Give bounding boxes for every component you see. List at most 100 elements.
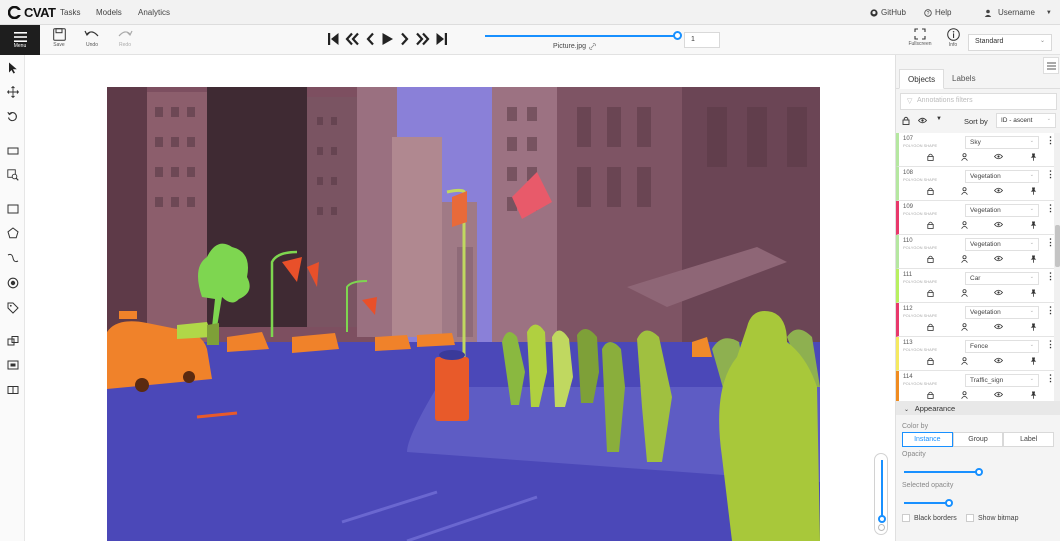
user-icon[interactable] (960, 187, 968, 195)
setup-tag-tool[interactable] (5, 300, 20, 315)
selected-opacity-slider-handle[interactable] (945, 499, 953, 507)
pin-icon[interactable] (1030, 221, 1037, 229)
more-options-icon[interactable]: ⋮ (1046, 374, 1054, 383)
object-label-select[interactable]: Vegetation ⌄ (965, 306, 1039, 319)
pin-icon[interactable] (1030, 391, 1037, 399)
lock-icon[interactable] (927, 153, 934, 161)
rotate-tool[interactable] (5, 109, 20, 124)
zoom-slider-handle[interactable] (878, 515, 886, 523)
zoom-reset-icon[interactable] (878, 524, 885, 531)
pin-icon[interactable] (1030, 323, 1037, 331)
fit-image-tool[interactable] (5, 143, 20, 158)
group-shapes-tool[interactable] (5, 357, 20, 372)
user-icon[interactable] (960, 357, 968, 365)
lock-icon[interactable] (927, 187, 934, 195)
lock-icon[interactable] (927, 255, 934, 263)
workspace-select[interactable]: Standard ⌄ (968, 34, 1052, 51)
frame-number-input[interactable]: 1 (684, 32, 720, 48)
draw-points-tool[interactable] (5, 275, 20, 290)
black-borders-checkbox[interactable]: Black borders (902, 514, 957, 522)
tab-labels[interactable]: Labels (944, 69, 984, 89)
user-icon[interactable] (960, 221, 968, 229)
previous-frame-icon[interactable] (366, 32, 375, 46)
object-label-select[interactable]: Sky ⌄ (965, 136, 1039, 149)
frame-slider-track[interactable] (485, 35, 678, 37)
sort-select[interactable]: ID - ascent ⌄ (996, 113, 1056, 128)
object-item[interactable]: 107 POLYGON SHAPE Sky ⌄ ⋮ (896, 133, 1054, 167)
user-icon[interactable] (960, 255, 968, 263)
zoom-region-tool[interactable] (5, 167, 20, 182)
tab-objects[interactable]: Objects (899, 69, 945, 89)
lock-all-icon[interactable] (902, 116, 910, 125)
object-item[interactable]: 114 POLYGON SHAPE Traffic_sign ⌄ ⋮ (896, 371, 1054, 401)
object-item[interactable]: 111 POLYGON SHAPE Car ⌄ ⋮ (896, 269, 1054, 303)
user-icon[interactable] (960, 391, 968, 399)
more-options-icon[interactable]: ⋮ (1046, 306, 1054, 315)
pin-icon[interactable] (1030, 187, 1037, 195)
nav-tasks[interactable]: Tasks (60, 8, 80, 17)
cvat-logo[interactable]: CVAT (8, 5, 56, 20)
cursor-tool[interactable] (5, 60, 20, 75)
link-icon[interactable] (589, 43, 596, 50)
undo-button[interactable]: Undo (80, 28, 104, 48)
object-label-select[interactable]: Traffic_sign ⌄ (965, 374, 1039, 387)
pin-icon[interactable] (1030, 357, 1037, 365)
next-frame-icon[interactable] (400, 32, 409, 46)
fullscreen-button[interactable]: Fullscreen (907, 28, 933, 47)
show-bitmap-checkbox[interactable]: Show bitmap (966, 514, 1018, 522)
lock-icon[interactable] (927, 289, 934, 297)
annotation-canvas[interactable] (25, 55, 895, 541)
more-options-icon[interactable]: ⋮ (1046, 238, 1054, 247)
play-icon[interactable] (381, 32, 394, 46)
opacity-slider-track[interactable] (904, 471, 979, 473)
color-by-label[interactable]: Label (1003, 432, 1055, 447)
object-label-select[interactable]: Fence ⌄ (965, 340, 1039, 353)
save-button[interactable]: Save (47, 28, 71, 48)
eye-icon[interactable] (994, 221, 1004, 228)
lock-icon[interactable] (927, 323, 934, 331)
nav-analytics[interactable]: Analytics (138, 8, 170, 17)
nav-models[interactable]: Models (96, 8, 122, 17)
opacity-slider-handle[interactable] (975, 468, 983, 476)
lock-icon[interactable] (927, 391, 934, 399)
annotations-filter-input[interactable]: ▽ Annotations filters (900, 93, 1057, 110)
fast-backward-icon[interactable] (345, 32, 360, 46)
more-options-icon[interactable]: ⋮ (1046, 136, 1054, 145)
object-item[interactable]: 108 POLYGON SHAPE Vegetation ⌄ ⋮ (896, 167, 1054, 201)
eye-icon[interactable] (994, 391, 1004, 398)
eye-icon[interactable] (994, 255, 1004, 262)
frame-slider-handle[interactable] (673, 31, 682, 40)
object-label-select[interactable]: Vegetation ⌄ (965, 238, 1039, 251)
pin-icon[interactable] (1030, 289, 1037, 297)
objects-scrollbar[interactable] (1054, 133, 1060, 401)
user-icon[interactable] (960, 289, 968, 297)
object-label-select[interactable]: Vegetation ⌄ (965, 170, 1039, 183)
eye-all-icon[interactable] (918, 117, 927, 124)
color-by-group[interactable]: Group (952, 432, 1004, 447)
segmented-street-image[interactable] (107, 87, 820, 541)
eye-icon[interactable] (994, 357, 1004, 364)
info-button[interactable]: Info (941, 28, 965, 48)
first-frame-icon[interactable] (328, 32, 339, 46)
help-link[interactable]: ? Help (924, 8, 951, 17)
more-options-icon[interactable]: ⋮ (1046, 170, 1054, 179)
object-label-select[interactable]: Car ⌄ (965, 272, 1039, 285)
more-options-icon[interactable]: ⋮ (1046, 340, 1054, 349)
pin-icon[interactable] (1030, 255, 1037, 263)
eye-icon[interactable] (994, 289, 1004, 296)
pin-icon[interactable] (1030, 153, 1037, 161)
draw-rectangle-tool[interactable] (5, 201, 20, 216)
expand-all-icon[interactable]: ▼ (936, 116, 942, 122)
draw-polygon-tool[interactable] (5, 225, 20, 240)
object-label-select[interactable]: Vegetation ⌄ (965, 204, 1039, 217)
github-link[interactable]: GitHub (870, 8, 906, 17)
selected-opacity-slider-track[interactable] (904, 502, 949, 504)
color-by-instance[interactable]: Instance (902, 432, 953, 447)
user-menu[interactable]: Username ▼ (984, 8, 1052, 17)
split-track-tool[interactable] (5, 382, 20, 397)
fast-forward-icon[interactable] (415, 32, 430, 46)
user-icon[interactable] (960, 323, 968, 331)
more-options-icon[interactable]: ⋮ (1046, 272, 1054, 281)
lock-icon[interactable] (927, 357, 934, 365)
lock-icon[interactable] (927, 221, 934, 229)
